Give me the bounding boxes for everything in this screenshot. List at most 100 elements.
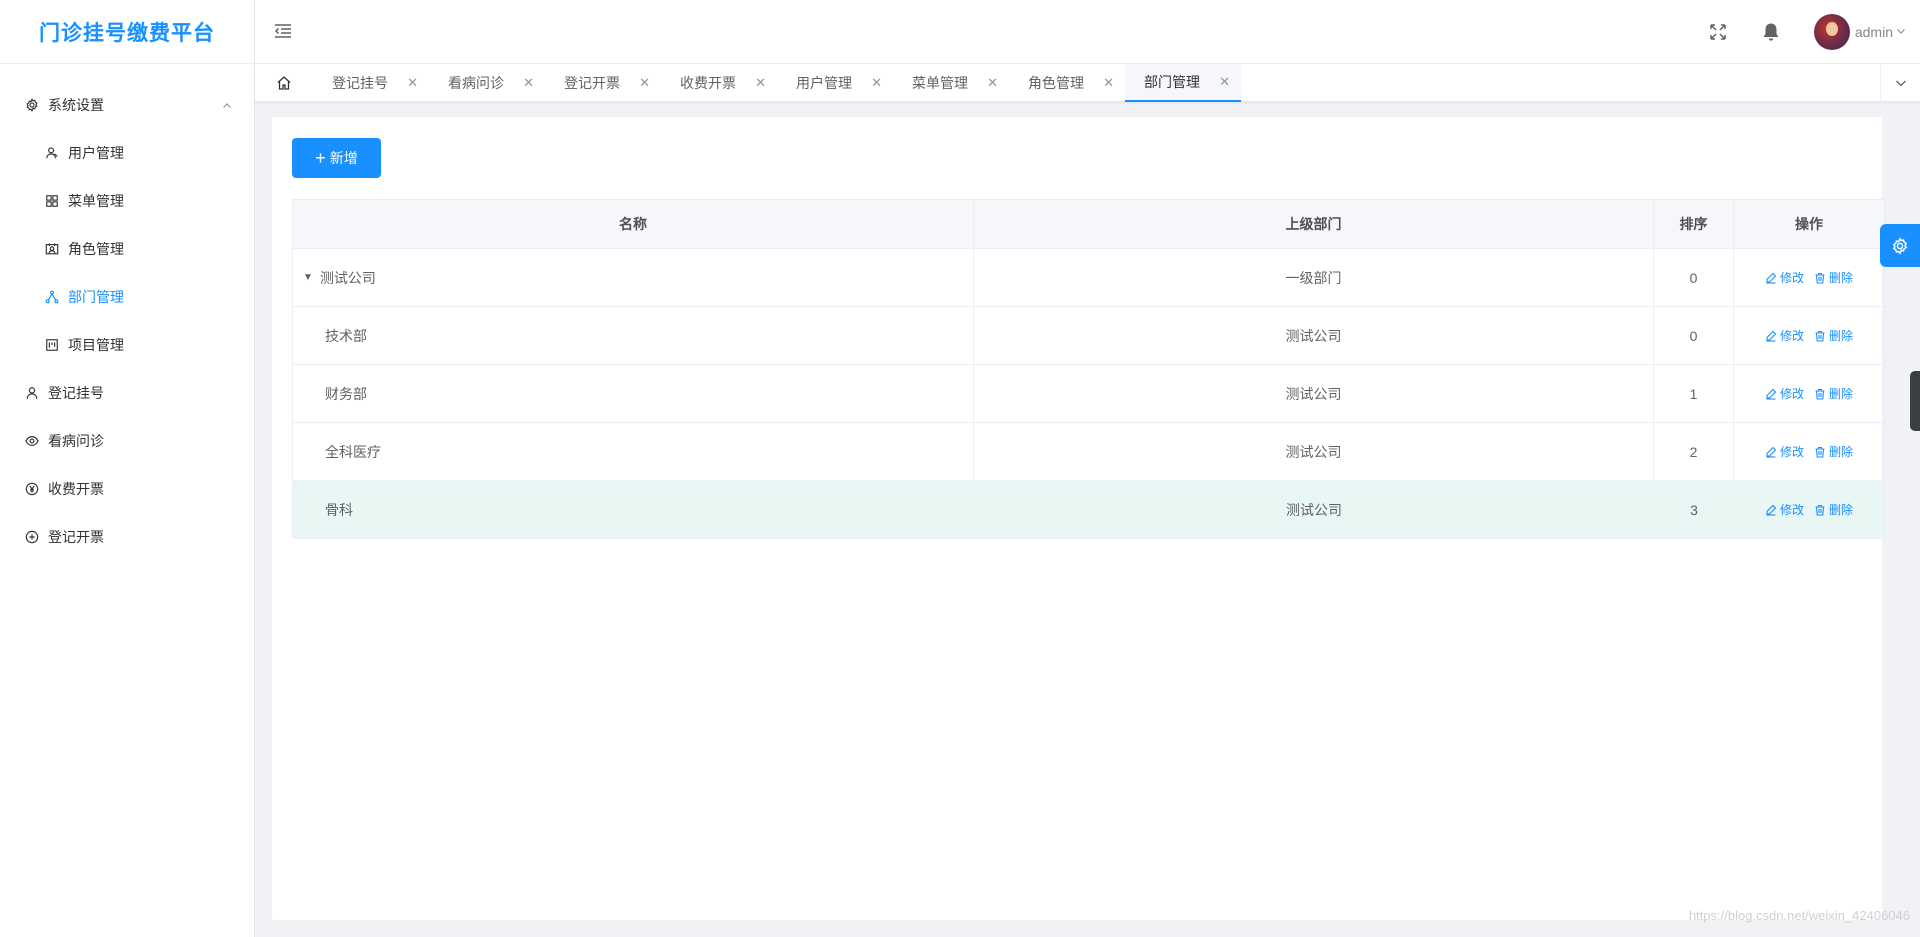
close-icon[interactable]: ✕ — [1219, 74, 1230, 90]
edit-icon — [1766, 446, 1777, 458]
gear-icon — [24, 97, 40, 113]
tab-department-management[interactable]: 部门管理 ✕ — [1125, 64, 1241, 102]
column-header-name: 名称 — [293, 200, 974, 248]
sidebar-item-user-management[interactable]: 用户管理 — [0, 129, 254, 177]
sidebar-item-menu-management[interactable]: 菜单管理 — [0, 177, 254, 225]
edit-label: 修改 — [1779, 503, 1804, 517]
yen-icon — [24, 481, 40, 497]
delete-label: 删除 — [1829, 445, 1854, 459]
person-icon — [24, 385, 40, 401]
sidebar-item-department-management[interactable]: 部门管理 — [0, 273, 254, 321]
sidebar-item-role-management[interactable]: 角色管理 — [0, 225, 254, 273]
edit-icon — [1766, 272, 1777, 284]
table-row[interactable]: 技术部 测试公司 0 修改 删除 — [293, 307, 1884, 365]
tab-label: 看病问诊 — [448, 75, 504, 91]
caret-down-icon[interactable]: ▼ — [303, 272, 313, 283]
tab-charge-invoice[interactable]: 收费开票 ✕ — [661, 64, 777, 102]
delete-button[interactable]: 删除 — [1814, 269, 1853, 286]
sidebar-item-system-settings[interactable]: 系统设置 — [0, 81, 254, 129]
add-button[interactable]: + 新增 — [292, 138, 381, 178]
add-button-label: 新增 — [329, 150, 358, 166]
delete-button[interactable]: 删除 — [1814, 385, 1853, 402]
sidebar-item-label: 登记挂号 — [48, 385, 104, 401]
edit-label: 修改 — [1779, 329, 1804, 343]
edit-button[interactable]: 修改 — [1765, 327, 1804, 344]
edit-button[interactable]: 修改 — [1765, 385, 1804, 402]
sidebar-item-charge-invoice[interactable]: 收费开票 — [0, 465, 254, 513]
edit-label: 修改 — [1779, 445, 1804, 459]
table-row[interactable]: 财务部 测试公司 1 修改 删除 — [293, 365, 1884, 423]
fullscreen-icon[interactable] — [1708, 22, 1728, 42]
sidebar: 门诊挂号缴费平台 系统设置 用户管理 菜单管理 角色管理 部门管理 项目管理 登… — [0, 0, 255, 937]
username-label[interactable]: admin — [1855, 24, 1893, 40]
tab-menu-management[interactable]: 菜单管理 ✕ — [893, 64, 1009, 102]
tab-register-invoice[interactable]: 登记开票 ✕ — [545, 64, 661, 102]
tab-user-management[interactable]: 用户管理 ✕ — [777, 64, 893, 102]
home-icon[interactable] — [255, 64, 313, 102]
cell-ops: 修改 删除 — [1734, 249, 1884, 306]
delete-label: 删除 — [1829, 387, 1854, 401]
sidebar-item-label: 角色管理 — [68, 241, 124, 257]
cell-parent: 测试公司 — [1286, 501, 1342, 518]
side-scroll-handle[interactable] — [1910, 371, 1920, 431]
sidebar-item-register-invoice[interactable]: 登记开票 — [0, 513, 254, 561]
cell-order: 0 — [1654, 307, 1734, 364]
avatar[interactable] — [1813, 14, 1850, 50]
cell-name: 骨科 — [293, 481, 974, 538]
delete-button[interactable]: 删除 — [1814, 501, 1853, 518]
close-icon[interactable]: ✕ — [755, 75, 766, 91]
close-icon[interactable]: ✕ — [407, 75, 418, 91]
bell-icon[interactable] — [1761, 22, 1781, 42]
close-icon[interactable]: ✕ — [523, 75, 534, 91]
table-row[interactable]: ▼ 测试公司 一级部门 0 修改 删除 — [293, 249, 1884, 307]
column-header-parent: 上级部门 — [974, 200, 1654, 248]
sidebar-item-label: 部门管理 — [68, 289, 124, 305]
cell-parent: 测试公司 — [974, 307, 1654, 364]
eye-icon — [24, 433, 40, 449]
delete-button[interactable]: 删除 — [1814, 443, 1853, 460]
edit-label: 修改 — [1779, 271, 1804, 285]
tab-label: 用户管理 — [796, 75, 852, 91]
settings-gear-icon[interactable] — [1880, 224, 1920, 267]
cell-ops: 修改 删除 — [1734, 481, 1884, 538]
close-icon[interactable]: ✕ — [987, 75, 998, 91]
cell-order: 3 — [1690, 501, 1698, 518]
collapse-menu-icon[interactable] — [273, 21, 293, 41]
department-name: 测试公司 — [319, 269, 376, 286]
column-header-ops: 操作 — [1795, 216, 1823, 232]
sidebar-item-registration[interactable]: 登记挂号 — [0, 369, 254, 417]
sidebar-item-label: 菜单管理 — [68, 193, 124, 209]
sidebar-item-label: 登记开票 — [48, 529, 104, 545]
close-icon[interactable]: ✕ — [639, 75, 650, 91]
main-content: + 新增 名称 上级部门 排序 操作 ▼ 测试公司 一级部门 0 修改 删除 技… — [272, 117, 1885, 920]
top-header: admin — [255, 0, 1920, 64]
grid-icon — [44, 193, 60, 209]
close-icon[interactable]: ✕ — [871, 75, 882, 91]
cell-name: 财务部 — [293, 365, 974, 422]
project-icon — [44, 337, 60, 353]
sidebar-item-consultation[interactable]: 看病问诊 — [0, 417, 254, 465]
department-name: 财务部 — [325, 385, 367, 402]
delete-button[interactable]: 删除 — [1814, 327, 1853, 344]
tab-role-management[interactable]: 角色管理 ✕ — [1009, 64, 1125, 102]
tab-registration[interactable]: 登记挂号 ✕ — [313, 64, 429, 102]
sidebar-item-project-management[interactable]: 项目管理 — [0, 321, 254, 369]
table-header-row: 名称 上级部门 排序 操作 — [293, 200, 1884, 249]
header-right-tools: admin — [1708, 0, 1906, 64]
table-row[interactable]: 骨科 测试公司 3 修改 删除 — [293, 481, 1884, 539]
cell-parent: 测试公司 — [974, 365, 1654, 422]
edit-button[interactable]: 修改 — [1765, 443, 1804, 460]
edit-button[interactable]: 修改 — [1765, 501, 1804, 518]
close-icon[interactable]: ✕ — [1103, 75, 1114, 91]
tab-consultation[interactable]: 看病问诊 ✕ — [429, 64, 545, 102]
table-row[interactable]: 全科医疗 测试公司 2 修改 删除 — [293, 423, 1884, 481]
department-name: 骨科 — [325, 501, 353, 518]
edit-button[interactable]: 修改 — [1765, 269, 1804, 286]
delete-label: 删除 — [1829, 329, 1854, 343]
tab-label: 菜单管理 — [912, 75, 968, 91]
sidebar-item-label: 收费开票 — [48, 481, 104, 497]
cell-name: ▼ 测试公司 — [293, 249, 974, 306]
trash-icon — [1815, 330, 1825, 342]
chevron-down-icon[interactable] — [1896, 26, 1906, 39]
tabs-dropdown-icon[interactable] — [1880, 64, 1920, 102]
